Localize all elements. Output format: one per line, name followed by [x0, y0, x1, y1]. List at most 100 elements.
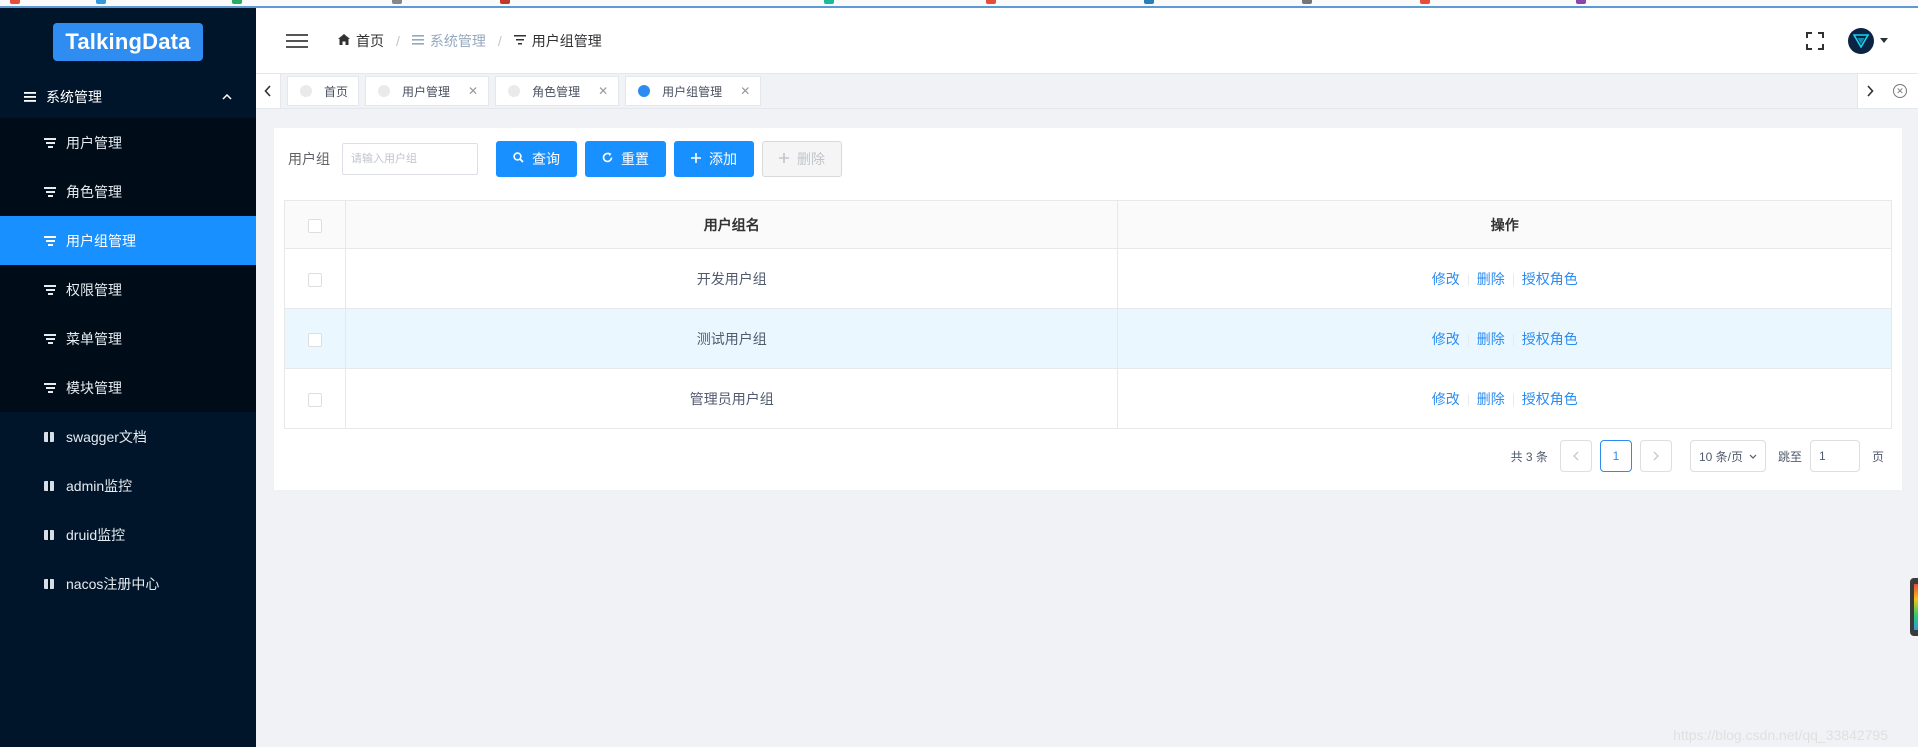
tab-dot — [378, 85, 391, 97]
prev-page-button[interactable] — [1559, 440, 1592, 472]
sidebar-item-admin[interactable]: admin监控 — [0, 461, 256, 510]
home-icon — [338, 33, 350, 48]
row-checkbox[interactable] — [307, 332, 322, 347]
tab-strip: 首页 用户管理 ✕ 角色管理 ✕ 用户组管理 ✕ — [280, 74, 1858, 108]
breadcrumb-home[interactable]: 首页 — [338, 31, 384, 51]
book-icon — [44, 529, 58, 540]
tab-scroll-left-icon[interactable] — [256, 74, 280, 108]
breadcrumb-current: 用户组管理 — [513, 31, 602, 51]
grant-role-link[interactable]: 授权角色 — [1522, 331, 1578, 347]
filter-icon — [44, 334, 58, 344]
breadcrumb-label: 系统管理 — [429, 32, 486, 49]
usergroup-search-input[interactable] — [342, 143, 478, 175]
delete-link[interactable]: 删除 — [1477, 331, 1505, 347]
row-checkbox[interactable] — [307, 392, 322, 407]
next-page-button[interactable] — [1639, 440, 1672, 472]
row-actions: 修改 删除 授权角色 — [1117, 248, 1892, 309]
list-icon — [411, 34, 424, 48]
sidebar-item-label: 菜单管理 — [66, 330, 122, 347]
tab-home[interactable]: 首页 — [287, 76, 360, 106]
caret-down-icon[interactable] — [1880, 38, 1888, 43]
book-icon — [44, 578, 58, 589]
sidebar-group-system[interactable]: 系统管理 — [0, 76, 256, 118]
page-suffix: 页 — [1871, 449, 1884, 464]
row-actions: 修改 删除 授权角色 — [1117, 308, 1892, 369]
jump-page-input[interactable] — [1809, 440, 1860, 472]
close-icon[interactable]: ✕ — [598, 84, 608, 98]
tab-label: 首页 — [324, 84, 349, 99]
sidebar-item-label: 用户管理 — [66, 134, 122, 151]
search-form: 用户组 查询 重置 添加 删除 — [288, 141, 850, 177]
sidebar-item-swagger[interactable]: swagger文档 — [0, 412, 256, 461]
filter-icon — [44, 383, 58, 393]
close-icon[interactable]: ✕ — [468, 84, 478, 98]
sidebar-item-label: druid监控 — [66, 526, 126, 543]
page-size-value: 10 条/页 — [1698, 449, 1743, 464]
sidebar-item-user[interactable]: 用户管理 — [0, 118, 256, 167]
hamburger-icon[interactable] — [286, 30, 308, 52]
query-button[interactable]: 查询 — [496, 141, 577, 177]
add-button[interactable]: 添加 — [674, 141, 754, 177]
sidebar-item-role[interactable]: 角色管理 — [0, 167, 256, 216]
delete-link[interactable]: 删除 — [1477, 271, 1505, 287]
filter-icon — [44, 285, 58, 295]
logo[interactable]: TalkingData — [53, 23, 203, 61]
sidebar-item-permission[interactable]: 权限管理 — [0, 265, 256, 314]
filter-icon — [44, 236, 58, 246]
menu-icon — [24, 89, 38, 105]
sidebar-item-module[interactable]: 模块管理 — [0, 363, 256, 412]
tab-dot — [638, 85, 651, 97]
sidebar: TalkingData 系统管理 用户管理 角色管理 用户组管理 权限管理 菜单 — [0, 8, 256, 747]
search-label: 用户组 — [288, 151, 330, 167]
breadcrumb-system[interactable]: 系统管理 — [411, 31, 486, 51]
select-all-cell — [284, 200, 346, 249]
sidebar-group-label: 系统管理 — [46, 89, 102, 105]
sidebar-item-usergroup[interactable]: 用户组管理 — [0, 216, 256, 265]
search-icon — [513, 152, 524, 166]
grant-role-link[interactable]: 授权角色 — [1522, 271, 1578, 287]
sidebar-item-nacos[interactable]: nacos注册中心 — [0, 559, 256, 608]
delete-link[interactable]: 删除 — [1477, 391, 1505, 407]
row-actions: 修改 删除 授权角色 — [1117, 368, 1892, 429]
delete-button[interactable]: 删除 — [762, 141, 842, 177]
usergroup-table: 用户组名 操作 开发用户组 修改 删除 授权角色 测试用户组 修改 删除 授权角色 — [284, 200, 1892, 429]
content-card: 用户组 查询 重置 添加 删除 — [274, 128, 1902, 490]
sidebar-item-druid[interactable]: druid监控 — [0, 510, 256, 559]
add-button-label: 添加 — [709, 151, 737, 167]
tab-label: 角色管理 — [532, 84, 581, 99]
usergroup-name: 管理员用户组 — [345, 368, 1119, 429]
row-checkbox[interactable] — [307, 272, 322, 287]
tab-role[interactable]: 角色管理 ✕ — [495, 76, 620, 106]
fullscreen-icon[interactable] — [1806, 31, 1824, 50]
select-all-checkbox[interactable] — [307, 218, 322, 233]
avatar[interactable] — [1848, 27, 1874, 54]
filter-icon — [513, 34, 526, 48]
breadcrumb: 首页 / 系统管理 / 用户组管理 — [338, 31, 602, 51]
grant-role-link[interactable]: 授权角色 — [1522, 391, 1578, 407]
tab-usergroup[interactable]: 用户组管理 ✕ — [625, 76, 762, 106]
close-icon[interactable]: ✕ — [740, 84, 750, 98]
column-header: 用户组名 — [345, 200, 1119, 249]
breadcrumb-label: 用户组管理 — [531, 32, 602, 49]
edit-link[interactable]: 修改 — [1432, 391, 1460, 407]
page-number-button[interactable]: 1 — [1599, 440, 1632, 472]
close-all-tabs-icon[interactable]: ✕ — [1882, 74, 1918, 108]
sidebar-item-label: swagger文档 — [66, 428, 147, 445]
edit-link[interactable]: 修改 — [1432, 331, 1460, 347]
tab-dot — [300, 85, 312, 97]
sidebar-item-label: 模块管理 — [66, 379, 122, 396]
floating-side-widget[interactable] — [1910, 578, 1918, 636]
query-button-label: 查询 — [532, 151, 560, 167]
usergroup-name: 开发用户组 — [345, 248, 1119, 309]
tab-dot — [508, 85, 521, 97]
tabs-bar: 首页 用户管理 ✕ 角色管理 ✕ 用户组管理 ✕ ✕ — [256, 73, 1918, 109]
pagination-total: 共 3 条 — [1510, 449, 1548, 464]
usergroup-name: 测试用户组 — [345, 308, 1119, 369]
page-size-select[interactable]: 10 条/页 — [1689, 440, 1766, 472]
reset-button[interactable]: 重置 — [585, 141, 666, 177]
sidebar-item-menu[interactable]: 菜单管理 — [0, 314, 256, 363]
tab-scroll-right-icon[interactable] — [1858, 74, 1882, 108]
edit-link[interactable]: 修改 — [1432, 271, 1460, 287]
tab-user[interactable]: 用户管理 ✕ — [365, 76, 490, 106]
column-header: 操作 — [1117, 200, 1892, 249]
